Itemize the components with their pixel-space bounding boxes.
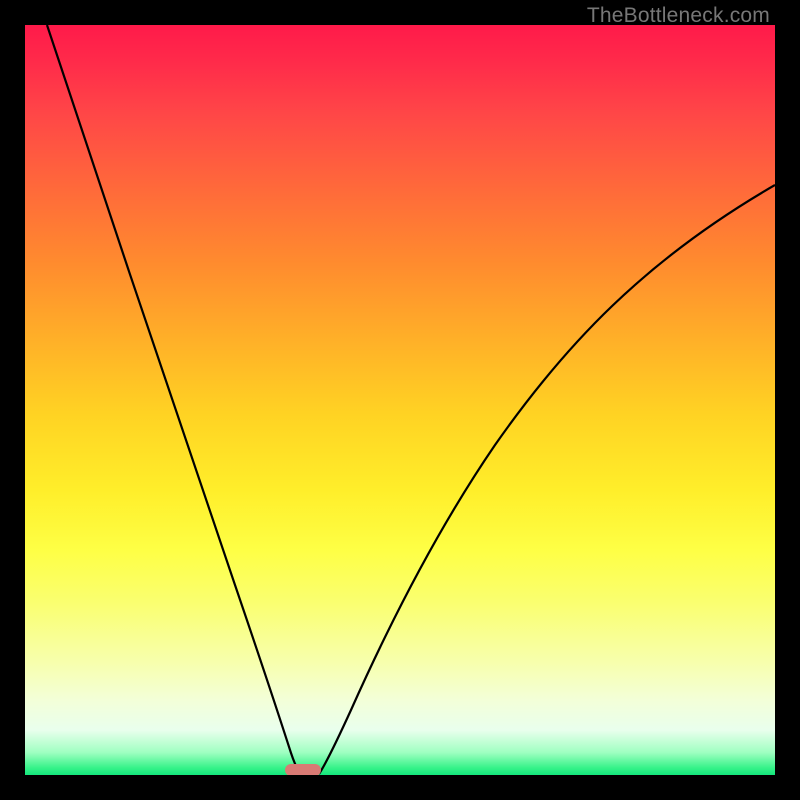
plot-area	[25, 25, 775, 775]
curve-svg	[25, 25, 775, 775]
watermark-text: TheBottleneck.com	[587, 4, 770, 28]
chart-frame: TheBottleneck.com	[0, 0, 800, 800]
minimum-marker	[285, 764, 321, 775]
